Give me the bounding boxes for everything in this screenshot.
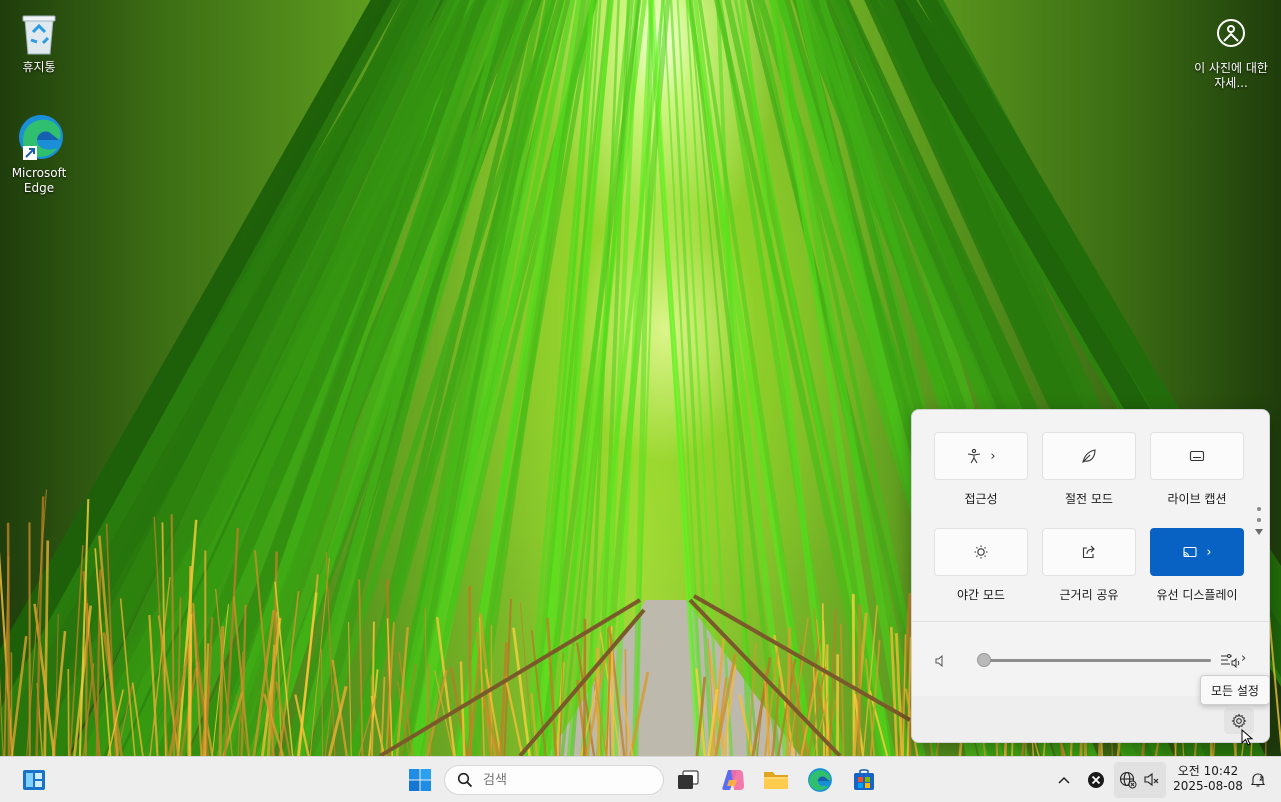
nearby-share-toggle[interactable] [1042, 528, 1136, 576]
clock-button[interactable]: 오전 10:42 2025-08-08 [1172, 764, 1244, 794]
chevron-right-icon[interactable]: › [1241, 651, 1246, 666]
clock-date: 2025-08-08 [1173, 779, 1243, 793]
cast-toggle[interactable]: › [1150, 528, 1244, 576]
mouse-cursor-icon [1241, 729, 1254, 746]
captions-icon [1189, 450, 1205, 462]
tile-cast: › 유선 디스플레이 [1150, 528, 1244, 603]
page-dot [1257, 507, 1261, 511]
copilot-button[interactable] [719, 766, 747, 794]
chevron-right-icon: › [1206, 544, 1212, 560]
night-light-toggle[interactable] [934, 528, 1028, 576]
share-icon [1082, 545, 1095, 559]
edge-taskbar-button[interactable] [806, 766, 834, 794]
tile-label: 절전 모드 [1065, 492, 1113, 506]
page-indicator[interactable] [1255, 507, 1263, 535]
taskbar-search-box[interactable] [444, 765, 664, 795]
recycle-bin-icon [22, 15, 56, 55]
chevron-up-icon [1058, 776, 1070, 784]
taskbar: 오전 10:42 2025-08-08 [0, 756, 1281, 802]
task-view-icon [678, 770, 699, 789]
tile-label: 근거리 공유 [1059, 588, 1119, 602]
cast-icon [1183, 546, 1197, 558]
chevron-right-icon: › [990, 448, 996, 464]
clock-time: 오전 10:42 [1177, 764, 1239, 778]
globe-no-internet-icon [1119, 771, 1137, 789]
notifications-button[interactable] [1244, 766, 1272, 794]
store-icon [854, 769, 874, 790]
tile-live-captions: 라이브 캡션 [1150, 432, 1244, 507]
tile-battery-saver: 절전 모드 [1042, 432, 1136, 507]
widgets-button[interactable] [20, 766, 48, 794]
folder-icon [764, 772, 788, 789]
task-view-button[interactable] [674, 766, 702, 794]
gear-icon [1231, 713, 1247, 729]
speaker-muted-icon [1144, 772, 1159, 787]
divider [912, 621, 1269, 622]
chevron-down-icon [1255, 529, 1263, 535]
accessibility-icon [968, 448, 981, 464]
tile-label: 접근성 [964, 492, 998, 506]
edge-shortcut[interactable]: Microsoft Edge [4, 112, 74, 196]
bell-snooze-icon [1250, 773, 1266, 787]
copilot-icon [722, 770, 744, 790]
edge-icon [808, 768, 832, 792]
search-icon [457, 772, 473, 788]
accessibility-toggle[interactable]: › [934, 432, 1028, 480]
tile-label: 라이브 캡션 [1167, 492, 1227, 506]
file-explorer-button[interactable] [762, 766, 790, 794]
spotlight-label: 이 사진에 대한 자세... [1194, 61, 1268, 90]
page-dot [1257, 518, 1261, 522]
tile-accessibility: › 접근성 [934, 432, 1028, 507]
all-settings-tooltip: 모든 설정 [1200, 675, 1270, 705]
edge-icon [19, 115, 63, 160]
live-captions-toggle[interactable] [1150, 432, 1244, 480]
recycle-bin-shortcut[interactable]: 휴지통 [4, 12, 74, 75]
tray-app-button[interactable] [1082, 766, 1110, 794]
speaker-muted-icon[interactable] [934, 654, 948, 668]
audio-output-icon[interactable] [1220, 652, 1240, 668]
leaf-icon [1082, 449, 1096, 464]
night-light-icon [974, 545, 988, 559]
tile-label: 유선 디스플레이 [1156, 588, 1238, 602]
start-button[interactable] [406, 766, 434, 794]
spotlight-info-button[interactable]: 이 사진에 대한 자세... [1191, 18, 1271, 91]
search-input[interactable] [481, 771, 645, 789]
battery-saver-toggle[interactable] [1042, 432, 1136, 480]
edge-label: Microsoft Edge [11, 166, 67, 195]
tile-nearby-share: 근거리 공유 [1042, 528, 1136, 603]
recycle-bin-label: 휴지통 [22, 60, 56, 74]
widgets-icon [23, 770, 45, 790]
tile-label: 야간 모드 [957, 588, 1005, 602]
windows-logo-icon [409, 769, 431, 791]
network-volume-tray-button[interactable] [1114, 762, 1166, 798]
show-hidden-icons-button[interactable] [1050, 766, 1078, 794]
close-circle-icon [1088, 772, 1104, 788]
volume-slider-thumb[interactable] [977, 653, 991, 667]
volume-slider-track[interactable] [977, 659, 1211, 662]
store-button[interactable] [850, 766, 878, 794]
tile-night-light: 야간 모드 [934, 528, 1028, 603]
camera-info-icon [1217, 19, 1245, 47]
